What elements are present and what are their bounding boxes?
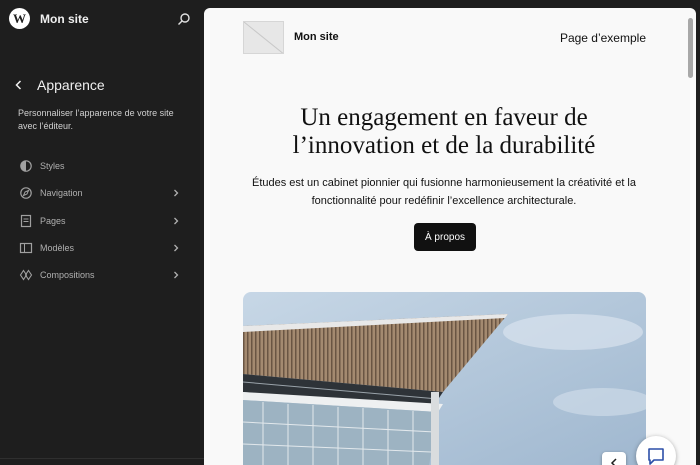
back-chevron-icon[interactable] bbox=[12, 78, 26, 92]
chevron-right-icon bbox=[174, 244, 179, 252]
chat-bubble-icon bbox=[648, 448, 664, 465]
hero-paragraph[interactable]: Études est un cabinet pionnier qui fusio… bbox=[244, 175, 644, 210]
chevron-right-icon bbox=[174, 189, 179, 197]
pages-icon bbox=[20, 214, 32, 227]
menu-item-styles[interactable]: Styles bbox=[0, 153, 204, 180]
chevron-right-icon bbox=[174, 271, 179, 279]
menu-item-label: Pages bbox=[40, 215, 66, 226]
nav-link-sample-page[interactable]: Page d’exemple bbox=[560, 31, 646, 45]
menu-item-label: Compositions bbox=[40, 270, 95, 281]
site-logo-placeholder[interactable] bbox=[243, 21, 284, 54]
sidebar: W Mon site Apparence Personnaliser l’app… bbox=[0, 0, 204, 465]
menu-item-navigation[interactable]: Navigation bbox=[0, 180, 204, 207]
site-name[interactable]: Mon site bbox=[40, 12, 89, 26]
about-button[interactable]: À propos bbox=[414, 223, 476, 251]
panel-description: Personnaliser l’apparence de votre site … bbox=[18, 108, 174, 131]
templates-icon bbox=[19, 242, 33, 253]
hero-image[interactable] bbox=[243, 292, 646, 465]
search-icon[interactable] bbox=[177, 12, 191, 26]
menu-item-label: Modèles bbox=[40, 242, 75, 253]
menu-item-pages[interactable]: Pages bbox=[0, 208, 204, 235]
menu-item-templates[interactable]: Modèles bbox=[0, 235, 204, 262]
panel-title: Apparence bbox=[37, 77, 105, 93]
architecture-photo bbox=[243, 292, 646, 465]
menu-item-label: Styles bbox=[40, 161, 65, 171]
navigation-icon bbox=[20, 187, 32, 200]
chat-button[interactable] bbox=[636, 436, 676, 465]
sidebar-divider bbox=[0, 458, 204, 459]
menu-item-patterns[interactable]: Compositions bbox=[0, 262, 204, 289]
menu-item-label: Navigation bbox=[40, 188, 83, 199]
chevron-right-icon bbox=[174, 217, 179, 225]
styles-icon bbox=[20, 160, 32, 172]
chevron-left-icon bbox=[610, 458, 617, 465]
canvas-site-title[interactable]: Mon site bbox=[294, 31, 339, 43]
navigation-menu: Styles Navigation Pages Modèles Composit… bbox=[0, 153, 204, 289]
image-prev-button[interactable] bbox=[602, 452, 626, 465]
editor-canvas[interactable]: Mon site Page d’exemple Un engagement en… bbox=[204, 8, 696, 465]
wordpress-logo-icon[interactable]: W bbox=[9, 8, 30, 29]
placeholder-diagonal-icon bbox=[244, 22, 283, 53]
hero-heading[interactable]: Un engagement en faveur de l’innovation … bbox=[244, 104, 644, 160]
canvas-scrollbar[interactable] bbox=[688, 18, 693, 78]
site-hub: W Mon site bbox=[0, 0, 204, 38]
patterns-icon bbox=[19, 269, 33, 281]
